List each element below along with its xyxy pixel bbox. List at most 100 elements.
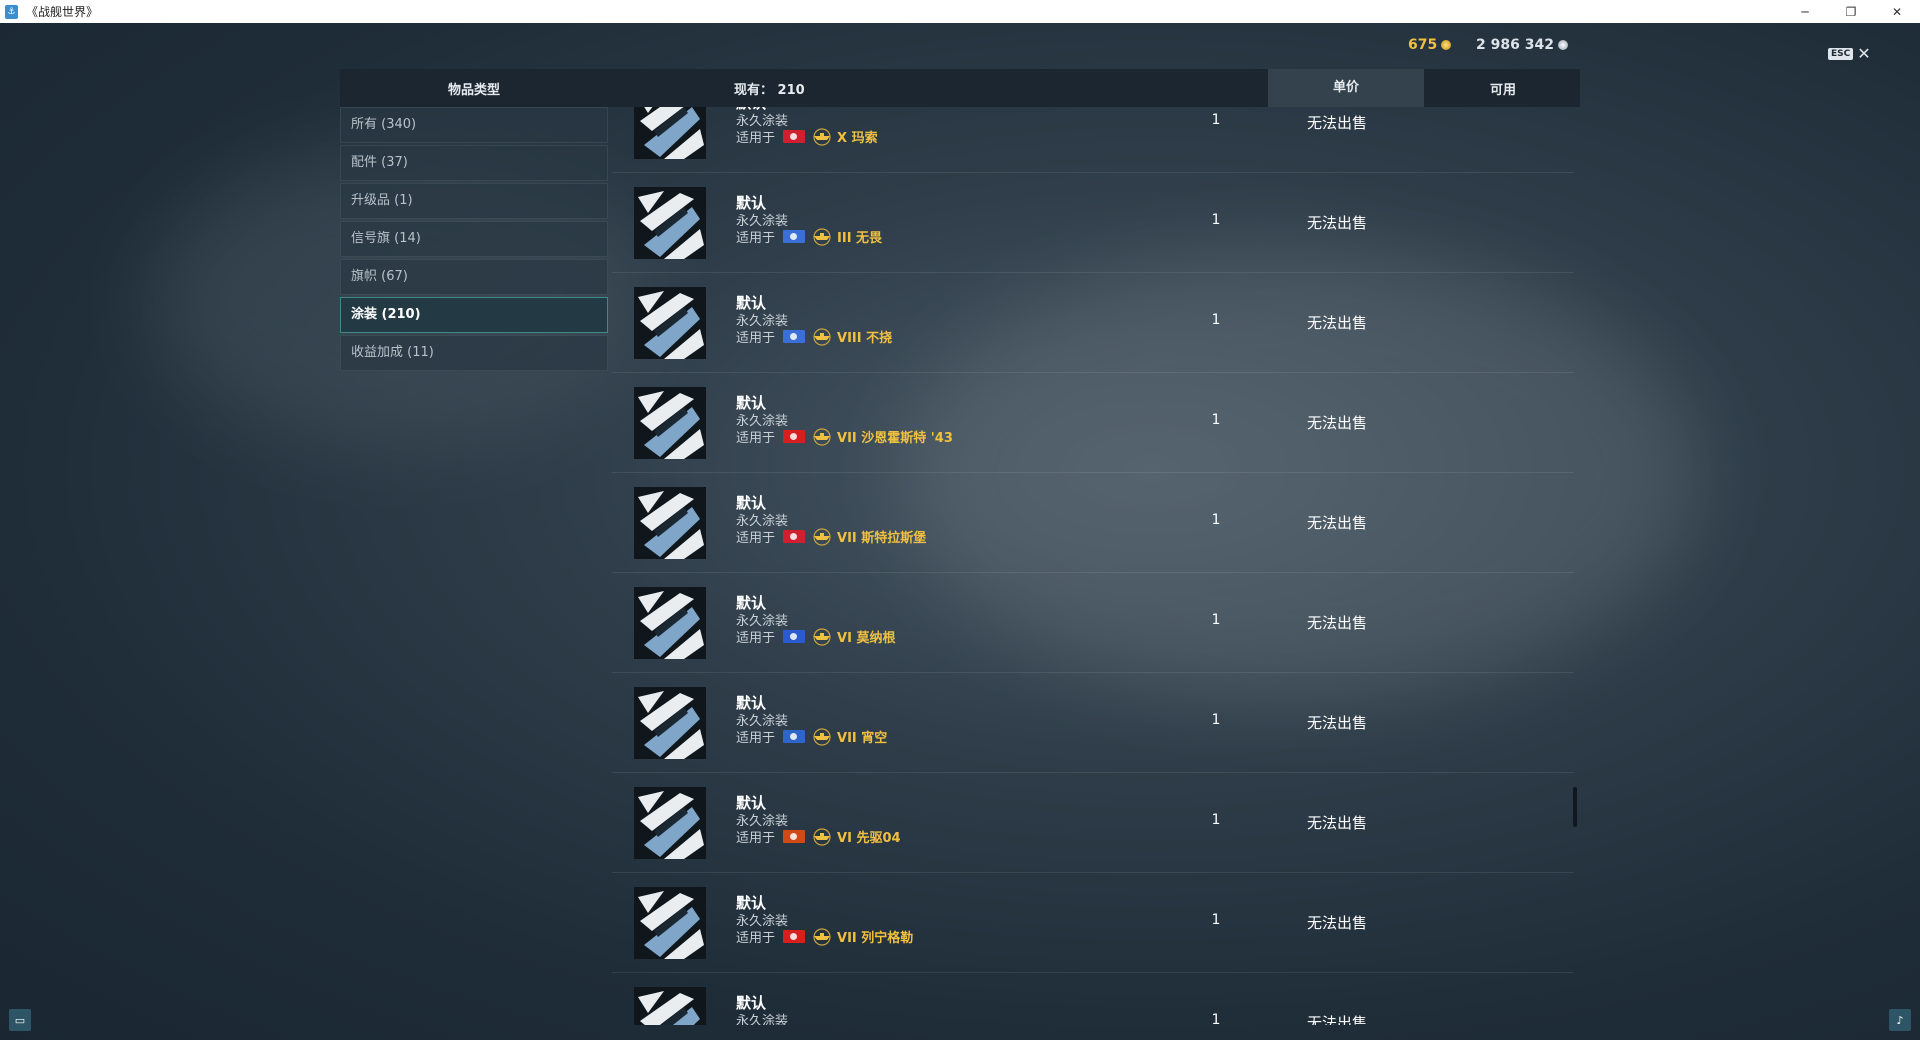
item-type: 永久涂装 bbox=[736, 1014, 789, 1025]
list-item[interactable]: 默认 永久涂装 适用于 VI 先驱04 1 无法出售 bbox=[612, 772, 1574, 873]
category-item[interactable]: 旗帜 (67) bbox=[340, 259, 608, 295]
item-price: 无法出售 bbox=[1307, 714, 1368, 732]
category-item[interactable]: 升级品 (1) bbox=[340, 183, 608, 219]
list-item[interactable]: 默认 永久涂装 适用于 VIII 不挠 1 无法出售 bbox=[612, 272, 1574, 373]
camouflage-thumbnail bbox=[634, 387, 706, 459]
esc-close[interactable]: ESC ✕ bbox=[1828, 44, 1871, 63]
applies-to: 适用于 III 无畏 bbox=[736, 227, 882, 246]
ship-name: III 无畏 bbox=[837, 231, 883, 246]
list-item[interactable]: 默认 永久涂装 适用于 VII 宵空 1 无法出售 bbox=[612, 672, 1574, 773]
item-price: 无法出售 bbox=[1307, 914, 1368, 932]
ship-class-icon bbox=[811, 127, 833, 146]
applies-label: 适用于 bbox=[736, 431, 776, 446]
ship-name: VII 沙恩霍斯特 '43 bbox=[837, 431, 953, 446]
ship-class-icon bbox=[811, 527, 833, 546]
item-price: 无法出售 bbox=[1307, 814, 1368, 832]
camouflage-thumbnail bbox=[634, 287, 706, 359]
doubloon-icon bbox=[1441, 40, 1452, 50]
close-icon[interactable]: ✕ bbox=[1857, 44, 1870, 63]
ship-name: VIII 不挠 bbox=[837, 331, 893, 346]
item-list: 默认 永久涂装 适用于 X 玛索 1 无法出售 默认 永久涂装 适用于 III … bbox=[612, 107, 1574, 1025]
header-price-sort[interactable]: 单价 bbox=[1268, 69, 1424, 107]
applies-label: 适用于 bbox=[736, 831, 776, 846]
ship-name: VII 列宁格勒 bbox=[837, 931, 914, 946]
table-header: 物品类型 现有： 210 单价 可用 bbox=[340, 69, 1580, 107]
item-price: 无法出售 bbox=[1307, 514, 1368, 532]
item-quantity: 1 bbox=[1211, 1012, 1221, 1025]
applies-to: 适用于 VII 沙恩霍斯特 '43 bbox=[736, 427, 953, 446]
nation-flag-icon bbox=[783, 330, 806, 343]
scrollbar-thumb[interactable] bbox=[1573, 787, 1577, 827]
header-count: 现有： 210 bbox=[734, 82, 805, 98]
camouflage-thumbnail bbox=[634, 687, 706, 759]
applies-to: 适用于 VII 斯特拉斯堡 bbox=[736, 527, 926, 546]
minimize-button[interactable]: ─ bbox=[1782, 0, 1828, 23]
ship-class-icon bbox=[811, 827, 833, 846]
nation-flag-icon bbox=[783, 630, 806, 643]
ship-class-icon bbox=[811, 627, 833, 646]
ship-class-icon bbox=[811, 327, 833, 346]
category-item[interactable]: 涂装 (210) bbox=[340, 297, 608, 333]
list-item[interactable]: 默认 永久涂装 适用于 VII 沙恩霍斯特 '43 1 无法出售 bbox=[612, 372, 1574, 473]
item-quantity: 1 bbox=[1211, 812, 1221, 828]
header-available-sort[interactable]: 可用 bbox=[1490, 79, 1516, 98]
camouflage-thumbnail bbox=[634, 487, 706, 559]
list-item[interactable]: 默认 永久涂装 适用于 III 无畏 1 无法出售 bbox=[612, 172, 1574, 273]
item-quantity: 1 bbox=[1211, 612, 1221, 628]
ship-name: VII 宵空 bbox=[837, 731, 888, 746]
applies-label: 适用于 bbox=[736, 331, 776, 346]
ship-name: X 玛索 bbox=[837, 131, 878, 146]
credits-amount: 2 986 342 bbox=[1476, 37, 1554, 53]
gold-amount: 675 bbox=[1408, 37, 1438, 53]
list-item[interactable]: 默认 永久涂装 适用于 VII 列宁格勒 1 无法出售 bbox=[612, 872, 1574, 973]
chat-icon[interactable]: ▭ bbox=[9, 1009, 31, 1031]
list-item[interactable]: 默认 永久涂装 适用于 VII 斯特拉斯堡 1 无法出售 bbox=[612, 472, 1574, 573]
item-quantity: 1 bbox=[1211, 512, 1221, 528]
item-quantity: 1 bbox=[1211, 712, 1221, 728]
category-item[interactable]: 收益加成 (11) bbox=[340, 335, 608, 371]
nation-flag-icon bbox=[783, 230, 806, 243]
applies-label: 适用于 bbox=[736, 531, 776, 546]
window-title: 《战舰世界》 bbox=[26, 5, 99, 19]
nation-flag-icon bbox=[783, 130, 806, 143]
ship-class-icon bbox=[811, 727, 833, 746]
nation-flag-icon bbox=[783, 530, 806, 543]
category-sidebar: 所有 (340) 配件 (37) 升级品 (1) 信号旗 (14) 旗帜 (67) 涂装 … bbox=[340, 107, 608, 373]
item-quantity: 1 bbox=[1211, 312, 1221, 328]
camouflage-thumbnail bbox=[634, 587, 706, 659]
close-button[interactable]: ✕ bbox=[1874, 0, 1920, 23]
category-item[interactable]: 所有 (340) bbox=[340, 107, 608, 143]
item-quantity: 1 bbox=[1211, 112, 1221, 128]
applies-to: 适用于 VII 宵空 bbox=[736, 727, 887, 746]
list-item[interactable]: 默认 永久涂装 适用于 VI 莫纳根 1 无法出售 bbox=[612, 572, 1574, 673]
item-price: 无法出售 bbox=[1307, 414, 1368, 432]
header-category: 物品类型 bbox=[447, 82, 500, 98]
ship-class-icon bbox=[811, 927, 833, 946]
notification-bell-icon[interactable]: ♪ bbox=[1889, 1009, 1911, 1031]
ship-class-icon bbox=[811, 427, 833, 446]
app-icon: ⚓ bbox=[5, 4, 18, 19]
camouflage-thumbnail bbox=[634, 787, 706, 859]
nation-flag-icon bbox=[783, 930, 806, 943]
credits-balance: 2 986 342 bbox=[1476, 37, 1568, 53]
gold-balance: 675 bbox=[1408, 37, 1452, 53]
applies-to: 适用于 VI 莫纳根 bbox=[736, 627, 895, 646]
category-item[interactable]: 配件 (37) bbox=[340, 145, 608, 181]
applies-to: 适用于 VIII 不挠 bbox=[736, 327, 892, 346]
applies-to: 适用于 VII 列宁格勒 bbox=[736, 927, 913, 946]
list-item[interactable]: 默认 永久涂装 适用于 X 斯大林格勒 1 无法出售 bbox=[612, 972, 1574, 1025]
applies-label: 适用于 bbox=[736, 931, 776, 946]
camouflage-thumbnail bbox=[634, 987, 706, 1025]
item-quantity: 1 bbox=[1211, 412, 1221, 428]
window-titlebar: ⚓ 《战舰世界》 ─ ❐ ✕ bbox=[0, 0, 1920, 23]
list-item[interactable]: 默认 永久涂装 适用于 X 玛索 1 无法出售 bbox=[612, 107, 1574, 173]
applies-label: 适用于 bbox=[736, 731, 776, 746]
camouflage-thumbnail bbox=[634, 187, 706, 259]
ship-name: VII 斯特拉斯堡 bbox=[837, 531, 927, 546]
restore-button[interactable]: ❐ bbox=[1828, 0, 1874, 23]
ship-name: VI 先驱04 bbox=[837, 831, 901, 846]
applies-label: 适用于 bbox=[736, 231, 776, 246]
item-quantity: 1 bbox=[1211, 212, 1221, 228]
nation-flag-icon bbox=[783, 430, 806, 443]
category-item[interactable]: 信号旗 (14) bbox=[340, 221, 608, 257]
